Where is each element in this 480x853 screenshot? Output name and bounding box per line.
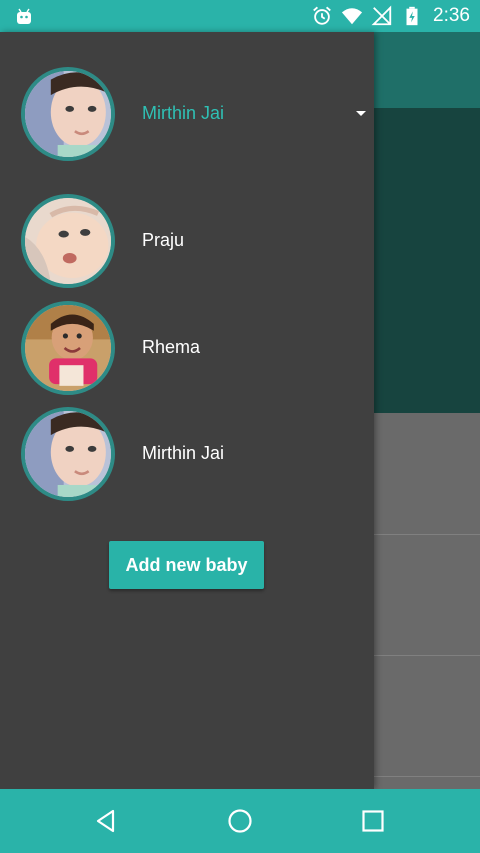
baby-photo-mirthin [25, 71, 111, 157]
alarm-icon [313, 6, 331, 25]
baby-list-item[interactable]: Rhema [0, 297, 374, 397]
selected-baby-header[interactable]: Mirthin Jai [0, 63, 374, 163]
baby-list-item[interactable]: Mirthin Jai [0, 403, 374, 503]
battery-charging-icon [406, 6, 418, 26]
home-button[interactable] [220, 801, 260, 841]
baby-name: Mirthin Jai [142, 443, 225, 463]
no-signal-icon [371, 5, 392, 26]
selected-baby-avatar [21, 67, 115, 161]
back-icon [96, 809, 115, 833]
baby-avatar [21, 407, 115, 501]
system-navigation-bar [0, 789, 480, 853]
baby-photo-praju [25, 198, 111, 284]
home-icon [228, 809, 252, 833]
navigation-drawer: Mirthin Jai Praju Rhema Mirthin Jai Add … [0, 32, 374, 789]
status-time: 2:36 [433, 5, 470, 26]
status-icons: 2:36 [311, 0, 470, 32]
selected-baby-name: Mirthin Jai [142, 103, 225, 123]
screen: 2:36 Mirthin Jai Praju Rhema Mirthin Jai… [0, 0, 480, 853]
baby-avatar [21, 194, 115, 288]
baby-photo-rhema [25, 305, 111, 391]
wifi-icon [341, 8, 363, 25]
baby-avatar [21, 301, 115, 395]
baby-photo-mirthin [25, 411, 111, 497]
baby-list-item[interactable]: Praju [0, 190, 374, 290]
baby-name: Rhema [142, 337, 201, 357]
back-button[interactable] [86, 801, 126, 841]
baby-name: Praju [142, 230, 185, 250]
recents-icon [362, 810, 384, 832]
recents-button[interactable] [353, 801, 393, 841]
status-bar: 2:36 [0, 0, 480, 32]
dropdown-caret-icon[interactable] [356, 111, 366, 116]
android-debug-icon [17, 8, 31, 24]
add-new-baby-button[interactable]: Add new baby [109, 541, 264, 589]
